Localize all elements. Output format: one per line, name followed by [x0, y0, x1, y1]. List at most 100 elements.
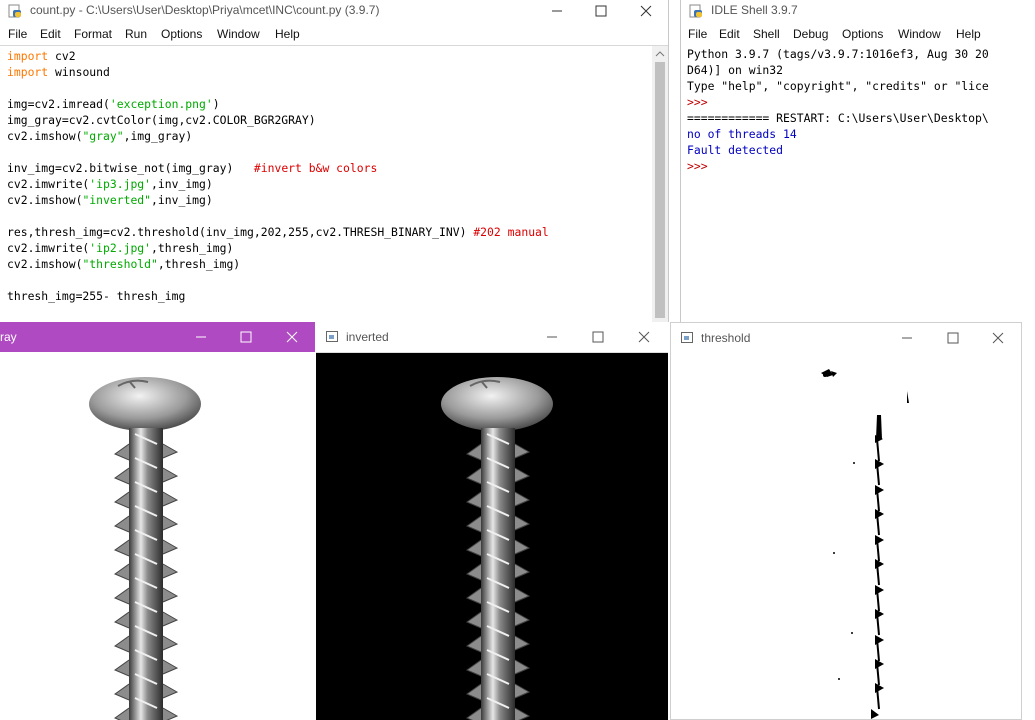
editor-titlebar[interactable]: count.py - C:\Users\User\Desktop\Priya\m…: [0, 0, 668, 22]
code-line: cv2.imwrite('ip3.jpg',inv_img): [7, 176, 549, 192]
code-token: ,thresh_img): [157, 257, 241, 271]
menu-debug[interactable]: Debug: [793, 27, 828, 41]
code-token: inv_img=cv2.bitwise_not(img_gray): [7, 161, 254, 175]
shell-titlebar[interactable]: IDLE Shell 3.9.7: [681, 0, 1035, 22]
editor-title: count.py - C:\Users\User\Desktop\Priya\m…: [30, 3, 380, 17]
code-token: res,thresh_img=cv2.threshold(inv_img,202…: [7, 225, 474, 239]
menu-options[interactable]: Options: [842, 27, 883, 41]
minimize-button[interactable]: [178, 322, 224, 352]
editor-menubar: File Edit Format Run Options Window Help: [0, 24, 668, 44]
shell-line: no of threads 14: [687, 126, 989, 142]
threshold-binary-image: [821, 369, 909, 719]
maximize-button[interactable]: [930, 323, 976, 353]
close-button[interactable]: [269, 322, 315, 352]
maximize-button[interactable]: [223, 322, 269, 352]
menu-window[interactable]: Window: [217, 27, 260, 41]
editor-scrollbar[interactable]: [652, 46, 668, 322]
close-button[interactable]: [975, 323, 1021, 353]
code-token: no of threads 14: [687, 127, 797, 141]
menu-run[interactable]: Run: [125, 27, 147, 41]
gray-titlebar[interactable]: ray: [0, 322, 315, 352]
code-token: cv2.imshow(: [7, 257, 83, 271]
minimize-button[interactable]: [534, 0, 580, 22]
menu-shell[interactable]: Shell: [753, 27, 780, 41]
inverted-screw-image: [440, 376, 554, 720]
code-token: Fault detected: [687, 143, 784, 157]
gray-image-window: ray: [0, 322, 315, 720]
code-line: img=cv2.imread('exception.png'): [7, 96, 549, 112]
gray-screw-image: [88, 376, 202, 720]
menu-file[interactable]: File: [8, 27, 27, 41]
minimize-icon: [552, 10, 562, 12]
inverted-titlebar[interactable]: inverted: [316, 322, 668, 353]
shell-line: Fault detected: [687, 142, 989, 158]
maximize-icon: [947, 332, 959, 344]
code-token: Python 3.9.7 (tags/v3.9.7:1016ef3, Aug 3…: [687, 47, 989, 61]
inverted-window-title: inverted: [346, 330, 389, 344]
shell-line: >>>: [687, 158, 989, 174]
menu-window[interactable]: Window: [898, 27, 941, 41]
close-icon: [992, 332, 1004, 344]
gray-window-title: ray: [0, 330, 17, 344]
close-button[interactable]: [621, 322, 667, 352]
code-token: cv2.imshow(: [7, 193, 83, 207]
code-line: cv2.imshow("inverted",inv_img): [7, 192, 549, 208]
code-token: ): [212, 97, 220, 111]
python-file-icon: [8, 4, 21, 18]
code-token: #invert b&w colors: [253, 161, 378, 175]
close-icon: [286, 331, 298, 343]
menu-edit[interactable]: Edit: [719, 27, 740, 41]
code-line: import winsound: [7, 64, 549, 80]
code-token: 'ip3.jpg': [89, 177, 152, 191]
threshold-titlebar[interactable]: threshold: [671, 323, 1021, 353]
code-token: >>>: [687, 159, 715, 173]
code-token: ,img_gray): [123, 129, 193, 143]
code-token: ,thresh_img): [151, 241, 234, 255]
menu-format[interactable]: Format: [74, 27, 112, 41]
scroll-up-icon: [655, 51, 665, 57]
code-editor[interactable]: import cv2 import winsound img=cv2.imread(…: [7, 48, 549, 304]
code-token: ,inv_img): [151, 177, 213, 191]
menu-file[interactable]: File: [688, 27, 707, 41]
code-token: "threshold": [82, 257, 158, 271]
code-token: cv2.imshow(: [7, 129, 83, 143]
code-token: winsound: [48, 65, 110, 79]
menu-options[interactable]: Options: [161, 27, 202, 41]
menu-edit[interactable]: Edit: [40, 27, 61, 41]
shell-output[interactable]: Python 3.9.7 (tags/v3.9.7:1016ef3, Aug 3…: [687, 46, 989, 174]
shell-line: Type "help", "copyright", "credits" or "…: [687, 78, 989, 94]
code-token: ,inv_img): [151, 193, 213, 207]
code-token: img=cv2.imread(: [7, 97, 110, 111]
minimize-button[interactable]: [529, 322, 575, 352]
maximize-button[interactable]: [578, 0, 624, 22]
shell-line: ============ RESTART: C:\Users\User\Desk…: [687, 110, 989, 126]
code-token: #202 manual: [473, 225, 549, 239]
close-button[interactable]: [623, 0, 668, 22]
scroll-thumb[interactable]: [655, 62, 665, 318]
code-token: import: [7, 49, 49, 63]
code-token: cv2.imwrite(: [7, 177, 90, 191]
maximize-button[interactable]: [575, 322, 621, 352]
code-token: >>>: [687, 95, 708, 109]
code-line: cv2.imshow("threshold",thresh_img): [7, 256, 549, 272]
shell-window: IDLE Shell 3.9.7 File Edit Shell Debug O…: [680, 0, 1035, 322]
code-line: import cv2: [7, 48, 549, 64]
maximize-icon: [240, 331, 252, 343]
code-token: D64)] on win32: [687, 63, 784, 77]
minimize-button[interactable]: [884, 323, 930, 353]
menu-help[interactable]: Help: [956, 27, 981, 41]
code-token: cv2: [48, 49, 76, 63]
code-token: cv2.imwrite(: [7, 241, 90, 255]
maximize-icon: [595, 5, 607, 17]
close-icon: [638, 331, 650, 343]
minimize-icon: [196, 336, 206, 338]
code-token: import: [7, 65, 49, 79]
code-token: Type "help", "copyright", "credits" or "…: [687, 79, 989, 93]
inverted-image-window: inverted: [316, 322, 668, 720]
maximize-icon: [592, 331, 604, 343]
minimize-icon: [902, 337, 912, 339]
menu-help[interactable]: Help: [275, 27, 300, 41]
